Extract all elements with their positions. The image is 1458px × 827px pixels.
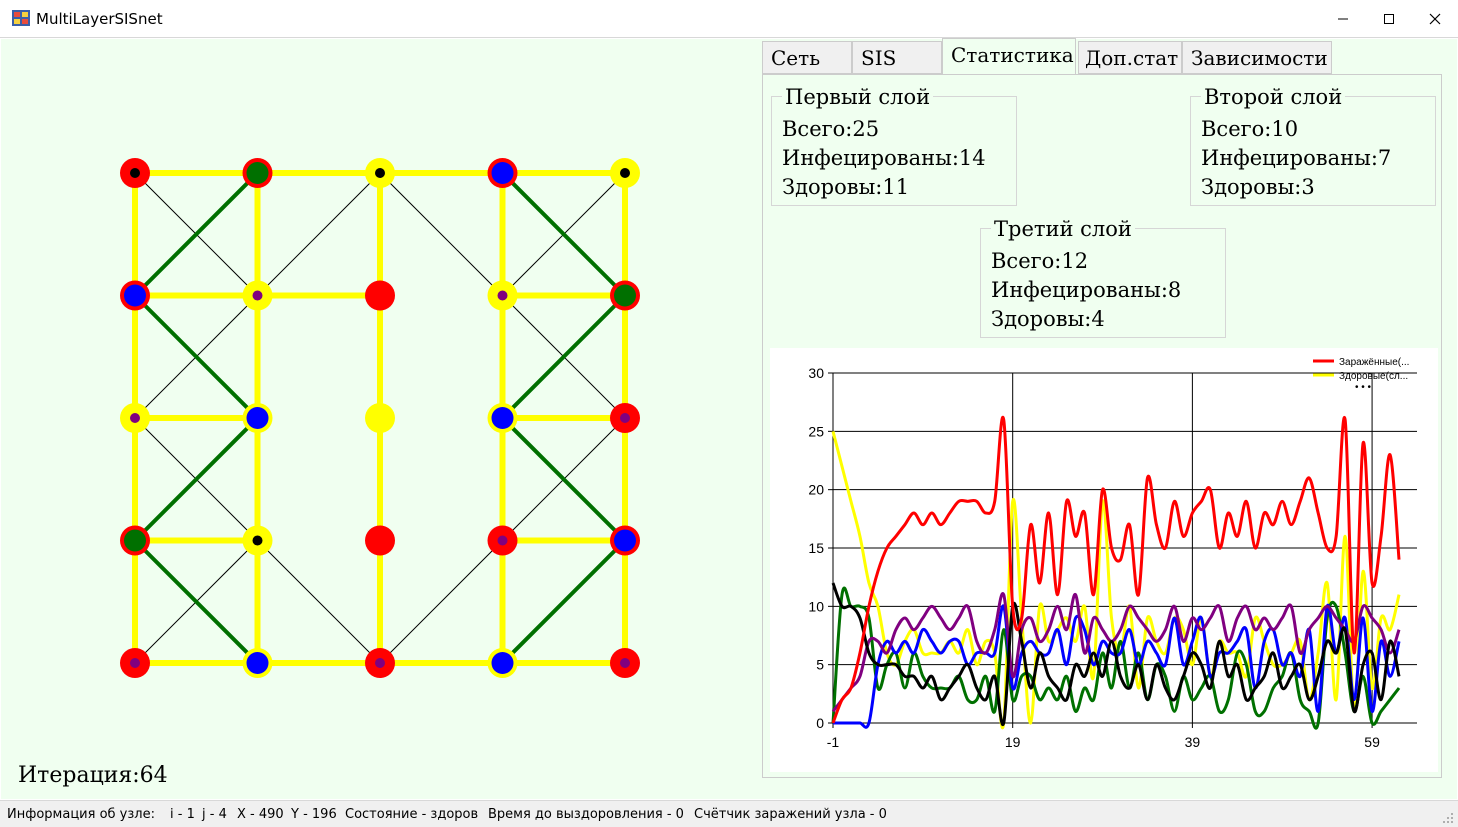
edge-layer3: [257, 172, 381, 296]
tab-extra-stats[interactable]: Доп.стат: [1078, 41, 1182, 74]
node-core: [497, 535, 508, 546]
node-core: [130, 658, 140, 668]
layer2-total: Всего:10: [1201, 117, 1299, 141]
layer2-title: Второй слой: [1201, 85, 1346, 109]
minimize-button[interactable]: [1320, 0, 1366, 38]
node-core: [369, 529, 391, 552]
layer3-healthy: Здоровы:4: [991, 307, 1105, 331]
y-tick-label: 30: [808, 365, 824, 381]
status-y: Y - 196: [291, 807, 337, 822]
y-tick-label: 0: [816, 715, 824, 731]
node-core: [375, 658, 385, 668]
node-core: [130, 413, 140, 423]
app-icon: [12, 10, 30, 26]
title-bar: MultiLayerSISnet: [0, 0, 1458, 38]
status-counter: Счётчик заражений узла - 0: [694, 807, 887, 822]
layer3-infected: Инфецированы:8: [991, 278, 1182, 302]
y-tick-label: 20: [808, 482, 824, 498]
legend-more[interactable]: • • •: [1355, 382, 1372, 393]
tab-dependencies[interactable]: Зависимости: [1182, 41, 1332, 74]
tab-network[interactable]: Сеть: [762, 41, 852, 74]
series-line-black: [831, 582, 1401, 727]
node-core: [497, 290, 508, 301]
node-core: [620, 413, 630, 423]
layer3-title: Третий слой: [991, 217, 1135, 241]
node-core: [252, 290, 263, 301]
edge-layer2: [500, 538, 627, 665]
status-j: j - 4: [202, 807, 227, 822]
node-core: [124, 284, 146, 307]
status-recovery: Время до выздоровления - 0: [488, 807, 684, 822]
node-core: [246, 652, 269, 674]
node-core: [620, 658, 630, 668]
layer2-infected: Инфецированы:7: [1201, 146, 1392, 170]
status-i: i - 1: [170, 807, 195, 822]
layer1-title: Первый слой: [782, 85, 934, 109]
layer2-group: Второй слой Всего:10 Инфецированы:7 Здор…: [1190, 85, 1436, 206]
legend-entry: Здоровые(сл...: [1339, 371, 1408, 382]
tab-sis[interactable]: SIS: [852, 41, 942, 74]
node-core: [369, 284, 391, 307]
edge-layer3: [257, 540, 381, 664]
minimize-icon: [1338, 18, 1348, 20]
y-tick-label: 15: [808, 540, 824, 556]
status-bar: Информация об узле: i - 1 j - 4 X - 490 …: [0, 800, 1458, 827]
legend-entry: Заражённые(...: [1339, 357, 1409, 368]
close-button[interactable]: [1412, 0, 1458, 38]
status-x: X - 490: [237, 807, 284, 822]
y-tick-label: 5: [816, 657, 824, 673]
x-tick-label: 59: [1364, 734, 1380, 750]
window-title: MultiLayerSISnet: [36, 10, 163, 28]
statistics-chart[interactable]: 0 5 10 15 20 25 30 -1 19 39 59 Заражённые(... Здоров…: [770, 348, 1438, 772]
y-tick-label: 10: [808, 598, 824, 614]
maximize-icon: [1384, 14, 1394, 24]
node-core: [614, 529, 636, 552]
layer1-infected: Инфецированы:14: [782, 146, 986, 170]
layer1-group: Первый слой Всего:25 Инфецированы:14 Здо…: [771, 85, 1017, 206]
node-core: [491, 162, 514, 184]
node-core: [491, 407, 514, 429]
tab-statistics[interactable]: Статистика: [942, 38, 1076, 75]
x-tick-label: -1: [827, 734, 840, 750]
y-tick-label: 25: [808, 423, 824, 439]
close-icon: [1429, 13, 1441, 25]
layer1-healthy: Здоровы:11: [782, 175, 910, 199]
node-core: [620, 168, 630, 178]
node-core: [246, 407, 269, 429]
status-state: Состояние - здоров: [345, 807, 479, 822]
node-core: [130, 168, 140, 178]
x-tick-label: 39: [1185, 734, 1201, 750]
maximize-button[interactable]: [1366, 0, 1412, 38]
node-core: [246, 162, 269, 184]
node-core: [491, 652, 514, 674]
layer1-total: Всего:25: [782, 117, 880, 141]
node-core: [369, 407, 391, 429]
statistics-chart-container: 0 5 10 15 20 25 30 -1 19 39 59 Заражённые(... Здоров…: [770, 348, 1438, 772]
node-core: [614, 284, 636, 307]
resize-grip-icon[interactable]: [1442, 812, 1454, 824]
node-core: [252, 535, 263, 546]
status-label: Информация об узле:: [7, 807, 155, 822]
iteration-label: Итерация:64: [18, 763, 168, 788]
node-core: [124, 529, 146, 552]
layer3-total: Всего:12: [991, 249, 1089, 273]
network-graph[interactable]: [100, 130, 660, 690]
node-core: [375, 168, 385, 178]
x-tick-label: 19: [1005, 734, 1021, 750]
layer3-group: Третий слой Всего:12 Инфецированы:8 Здор…: [980, 217, 1226, 338]
layer2-healthy: Здоровы:3: [1201, 175, 1315, 199]
